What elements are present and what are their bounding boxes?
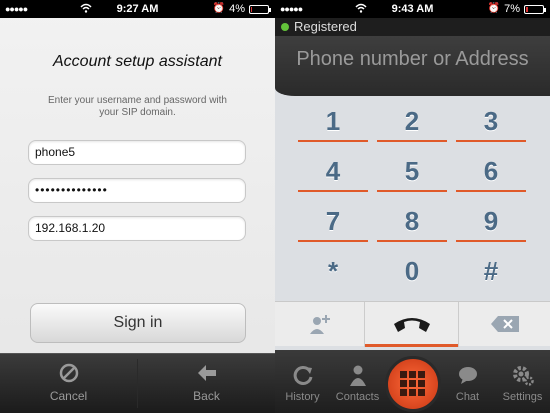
key-0[interactable]: 0 (377, 246, 447, 296)
address-bar: Phone number or Address (275, 36, 550, 96)
username-field[interactable]: phone5 (28, 140, 246, 165)
key-label: 2 (404, 106, 420, 136)
battery-icon (524, 5, 546, 14)
back-label: Back (193, 389, 220, 403)
alarm-icon: ⏰ (487, 3, 500, 14)
key-underline (456, 140, 526, 142)
alarm-icon: ⏰ (212, 3, 225, 14)
battery-percent: 7% (504, 3, 520, 15)
key-3[interactable]: 3 (456, 96, 526, 146)
status-bar: ●●●●● 9:27 AM ⏰ 4% (0, 0, 275, 18)
contacts-icon (349, 365, 366, 386)
key-underline (298, 190, 368, 192)
registration-bar: Registered (275, 18, 550, 36)
tab-bar: History Contacts Chat Settings (275, 350, 550, 413)
setup-description: Enter your username and password with yo… (48, 95, 227, 118)
add-contact-icon (309, 315, 330, 334)
key-underline (456, 190, 526, 192)
tab-chat[interactable]: Chat (440, 350, 495, 413)
backspace-button[interactable] (459, 302, 550, 347)
key-label: 5 (404, 156, 420, 186)
key-6[interactable]: 6 (456, 146, 526, 196)
key-label: 0 (404, 256, 420, 286)
tab-settings[interactable]: Settings (495, 350, 550, 413)
settings-icon (512, 366, 534, 386)
key-5[interactable]: 5 (377, 146, 447, 196)
dialer-screen: ●●●●● 9:43 AM ⏰ 7% Registered Phone numb… (275, 0, 550, 413)
key-9[interactable]: 9 (456, 196, 526, 246)
history-icon (293, 365, 312, 385)
domain-field[interactable]: 192.168.1.20 (28, 216, 246, 241)
address-input[interactable]: Phone number or Address (275, 48, 550, 71)
cancel-button[interactable]: Cancel (0, 354, 137, 413)
tab-settings-label: Settings (502, 391, 543, 403)
tab-dialer[interactable] (383, 350, 443, 413)
key-1[interactable]: 1 (298, 96, 368, 146)
backspace-icon (490, 316, 519, 332)
tab-chat-label: Chat (455, 391, 480, 403)
key-underline (377, 190, 447, 192)
key-7[interactable]: 7 (298, 196, 368, 246)
key-label: # (483, 256, 499, 286)
phone-handset-icon (393, 318, 430, 332)
back-arrow-icon (197, 365, 216, 381)
tab-history-label: History (285, 391, 320, 403)
key-underline (377, 240, 447, 242)
tab-contacts[interactable]: Contacts (330, 350, 385, 413)
bottom-toolbar: Cancel Back (0, 353, 275, 413)
password-field[interactable]: •••••••••••••• (28, 178, 246, 203)
key-4[interactable]: 4 (298, 146, 368, 196)
registration-status: Registered (294, 19, 357, 34)
battery-icon (249, 5, 271, 14)
keypad: 1 2 3 4 5 6 7 8 9 * 0 # (275, 96, 550, 296)
page-title: Account setup assistant (53, 53, 222, 70)
tab-contacts-label: Contacts (335, 391, 380, 403)
key-label: 6 (483, 156, 499, 186)
dialer-actions (275, 301, 550, 347)
key-8[interactable]: 8 (377, 196, 447, 246)
key-label: 3 (483, 106, 499, 136)
add-contact-button[interactable] (275, 302, 365, 347)
key-label: 8 (404, 206, 420, 236)
key-label: * (327, 256, 339, 286)
key-hash[interactable]: # (456, 246, 526, 296)
registered-status-icon (281, 23, 289, 31)
call-button[interactable] (365, 302, 459, 347)
dialpad-icon (400, 371, 425, 396)
cancel-label: Cancel (49, 389, 88, 403)
key-label: 4 (325, 156, 341, 186)
key-underline (298, 240, 368, 242)
key-underline (377, 140, 447, 142)
key-underline (456, 240, 526, 242)
account-setup-screen: ●●●●● 9:27 AM ⏰ 4% Account setup assista… (0, 0, 275, 413)
back-button[interactable]: Back (138, 354, 275, 413)
status-bar: ●●●●● 9:43 AM ⏰ 7% (275, 0, 550, 18)
chat-icon (458, 367, 477, 384)
tab-history[interactable]: History (275, 350, 330, 413)
key-2[interactable]: 2 (377, 96, 447, 146)
key-label: 7 (325, 206, 341, 236)
key-label: 1 (325, 106, 341, 136)
battery-percent: 4% (229, 3, 245, 15)
sign-in-button[interactable]: Sign in (30, 303, 246, 343)
cancel-icon (59, 363, 78, 383)
key-underline (298, 140, 368, 142)
key-label: 9 (483, 206, 499, 236)
key-star[interactable]: * (298, 246, 368, 296)
